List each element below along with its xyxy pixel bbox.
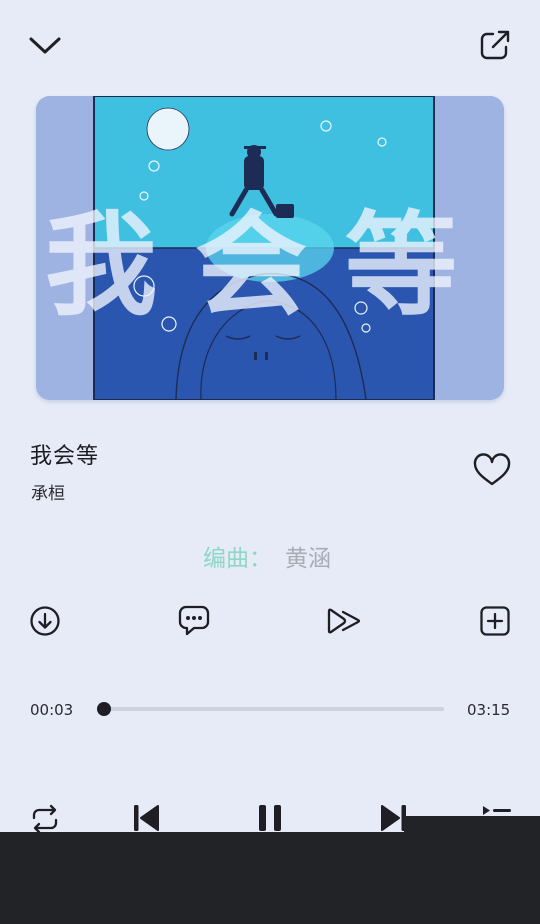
current-time: 00:03 xyxy=(30,701,74,719)
favorite-button[interactable] xyxy=(470,450,514,490)
download-button[interactable] xyxy=(26,602,64,640)
heart-outline-icon xyxy=(473,453,511,486)
pause-button[interactable] xyxy=(248,800,292,836)
comments-button[interactable] xyxy=(174,600,214,640)
progress-thumb[interactable] xyxy=(97,702,111,716)
share-external-icon xyxy=(480,30,510,60)
speed-button[interactable] xyxy=(324,602,364,640)
share-button[interactable] xyxy=(476,26,514,64)
album-art: 我会等 xyxy=(36,96,504,400)
download-icon xyxy=(30,606,60,636)
add-to-playlist-button[interactable] xyxy=(476,602,514,640)
album-title-art: 我会等 xyxy=(45,201,495,331)
bottom-bar-tab xyxy=(404,816,540,832)
comment-icon xyxy=(178,605,210,636)
collapse-button[interactable] xyxy=(26,28,64,62)
add-box-icon xyxy=(480,606,510,636)
repeat-icon xyxy=(32,804,58,834)
lyric-credit-name: 黄涵 xyxy=(285,546,331,572)
bottom-bar xyxy=(0,832,540,924)
fast-forward-icon xyxy=(327,608,361,634)
skip-previous-icon xyxy=(134,805,159,831)
pause-icon xyxy=(259,805,281,831)
song-artist[interactable]: 承桓 xyxy=(31,479,65,504)
song-title: 我会等 xyxy=(30,444,100,469)
lyric-credit-label: 编曲： xyxy=(203,546,272,572)
total-time: 03:15 xyxy=(467,701,511,719)
progress-bar[interactable] xyxy=(97,702,444,716)
chevron-down-icon xyxy=(29,37,61,54)
previous-button[interactable] xyxy=(126,800,166,836)
album-illustration: 我会等 xyxy=(36,96,504,400)
